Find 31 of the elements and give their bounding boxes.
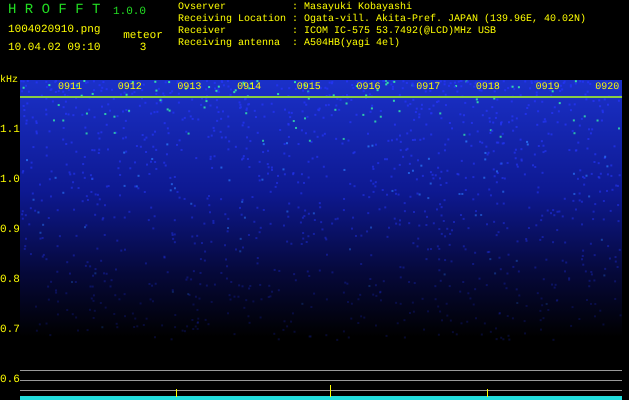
meteor-count: 3 — [138, 41, 148, 56]
meteor-label: meteor — [122, 29, 164, 40]
time-label: 0917 — [416, 82, 440, 94]
axis-label: 1.1 — [0, 124, 20, 136]
time-label: 0920 — [595, 82, 620, 94]
time-label: 0913 — [177, 82, 202, 94]
file-name: 1004020910.png — [8, 23, 102, 34]
info-value: : Ogata-vill. Akita-Pref. JAPAN (139.96E, 40.02N) — [292, 14, 586, 26]
info-label: Ovserver — [178, 2, 228, 14]
time-label: 0912 — [118, 82, 142, 94]
info-label: Receiving Location — [178, 14, 288, 26]
axis-label: 1.0 — [0, 174, 20, 186]
date-time: 10.04.02 09:10 — [8, 41, 102, 56]
time-label: 0918 — [476, 82, 500, 94]
info-value: : A504HB(yagi 4el) — [292, 38, 402, 50]
time-label: 0911 — [58, 82, 82, 94]
axis-label: 0.7 — [0, 324, 20, 336]
info-label: Receiving antenna — [178, 38, 282, 50]
app-version: 1.0.0 — [113, 5, 148, 18]
time-label: 0916 — [356, 82, 381, 94]
info-value: : ICOM IC-575 53.7492(@LCD)MHz USB — [292, 26, 498, 38]
info-value: : Masayuki Kobayashi — [292, 2, 414, 14]
axis-label: 0.9 — [0, 224, 20, 236]
axis-label: 0.6 — [0, 374, 20, 386]
axis-unit: kHz — [0, 75, 18, 86]
info-label: Receiver — [178, 26, 228, 38]
time-label: 0919 — [536, 82, 560, 94]
time-label: 0914 — [237, 82, 262, 94]
axis-label: 0.8 — [0, 274, 20, 286]
time-label: 0915 — [296, 82, 321, 94]
app-title: H R O F F T — [8, 2, 102, 18]
